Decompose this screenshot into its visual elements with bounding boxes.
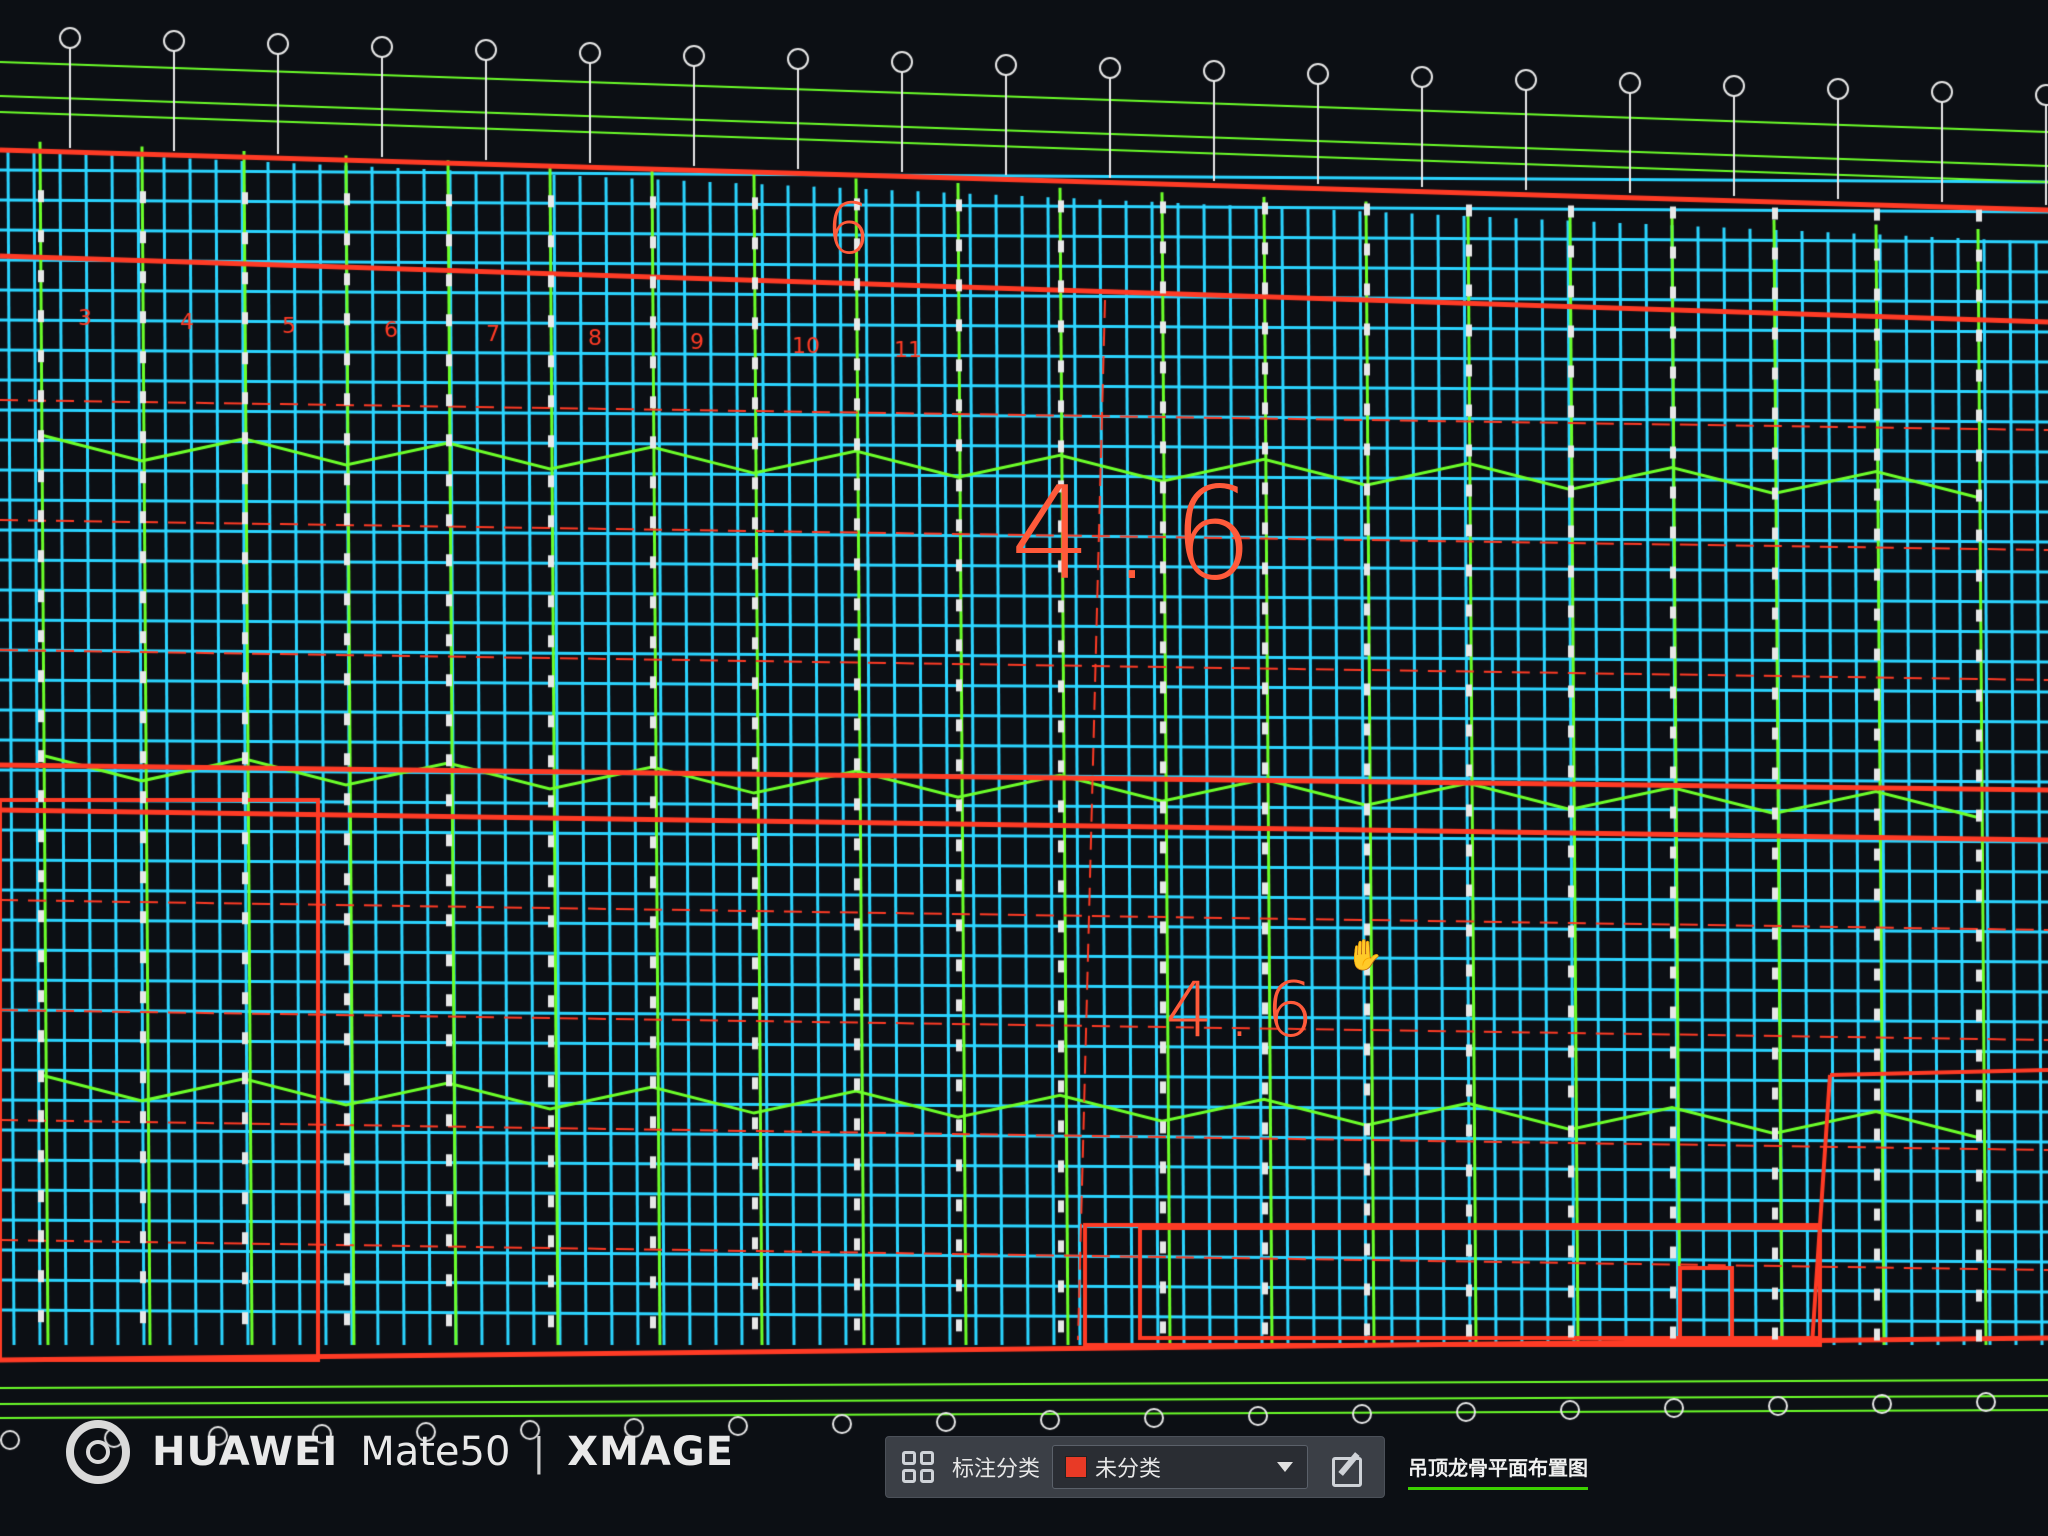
annotation-toolbar: 标注分类 未分类 xyxy=(885,1436,1385,1498)
drawing-title: 吊顶龙骨平面布置图 xyxy=(1408,1452,1588,1490)
camera-watermark: HUAWEI Mate50 | XMAGE xyxy=(66,1420,734,1484)
edit-icon[interactable] xyxy=(1330,1449,1366,1487)
grid-icon[interactable] xyxy=(902,1451,934,1483)
watermark-model: Mate50 xyxy=(360,1429,511,1475)
camera-logo-icon xyxy=(66,1420,130,1484)
cad-drawing-canvas[interactable] xyxy=(0,0,2048,1536)
chevron-down-icon xyxy=(1277,1462,1294,1472)
watermark-separator: | xyxy=(532,1430,546,1474)
watermark-xmage: XMAGE xyxy=(567,1429,735,1475)
category-select[interactable]: 未分类 xyxy=(1052,1445,1309,1489)
category-color-swatch xyxy=(1065,1456,1088,1478)
pan-hand-cursor-icon: ✋ xyxy=(1346,938,1384,973)
annotation-category-label: 标注分类 xyxy=(952,1457,1041,1482)
category-select-value: 未分类 xyxy=(1095,1457,1162,1482)
watermark-brand: HUAWEI xyxy=(152,1429,339,1475)
